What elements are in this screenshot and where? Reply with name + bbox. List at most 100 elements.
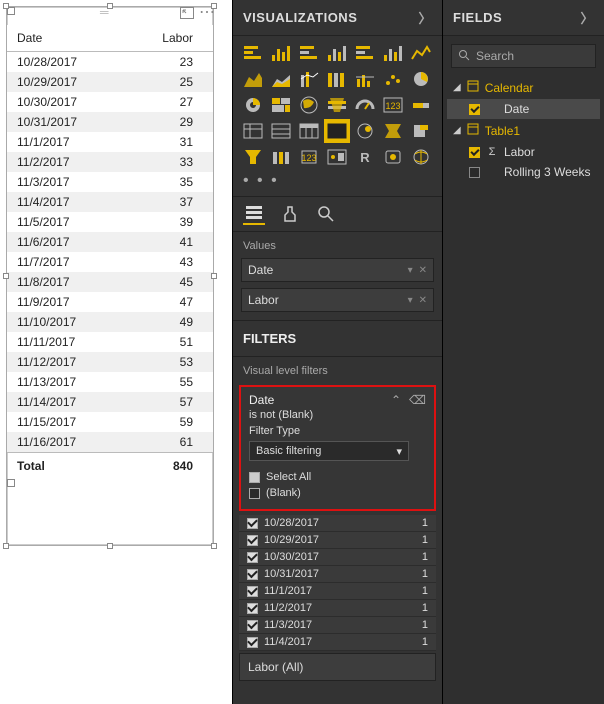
viz-type-tile[interactable]	[325, 42, 349, 64]
filter-field-name: Date	[249, 393, 274, 407]
table-row: 11/16/201761	[7, 432, 213, 453]
more-options-icon[interactable]: ⋯	[199, 5, 215, 21]
filter-value-row[interactable]: 11/4/20171	[239, 634, 436, 651]
viz-type-tile[interactable]	[325, 146, 349, 168]
collapse-filter-icon[interactable]: ⌃	[391, 393, 401, 407]
analytics-tab-icon[interactable]	[315, 203, 337, 225]
cell-date: 11/7/2017	[7, 252, 124, 272]
field-well-name: Date	[248, 263, 273, 277]
filter-option[interactable]: (Blank)	[249, 485, 426, 501]
field-well[interactable]: Date ▾ ✕	[241, 258, 434, 282]
field-table[interactable]: ◢Calendar	[447, 76, 600, 99]
viz-type-tile[interactable]	[409, 146, 433, 168]
checkbox-icon[interactable]	[249, 488, 260, 499]
viz-type-tile[interactable]	[409, 68, 433, 90]
focus-mode-icon[interactable]	[179, 5, 195, 21]
viz-type-tile[interactable]	[353, 42, 377, 64]
checkbox-icon[interactable]	[249, 472, 260, 483]
field-checkbox[interactable]	[469, 104, 480, 115]
viz-type-tile[interactable]: 123	[297, 146, 321, 168]
viz-type-tile[interactable]	[381, 42, 405, 64]
viz-type-tile[interactable]	[241, 94, 265, 116]
fields-header[interactable]: FIELDS 〉	[443, 0, 604, 36]
viz-type-tile[interactable]	[241, 42, 265, 64]
checkbox-icon[interactable]	[247, 552, 258, 563]
visualizations-header[interactable]: VISUALIZATIONS 〉	[233, 0, 442, 36]
viz-type-tile[interactable]	[381, 146, 405, 168]
viz-type-tile[interactable]: 123	[381, 94, 405, 116]
checkbox-icon[interactable]	[247, 637, 258, 648]
viz-type-tile[interactable]	[269, 146, 293, 168]
field-item[interactable]: Date	[447, 99, 600, 119]
viz-type-tile[interactable]	[353, 120, 377, 142]
filter-value-row[interactable]: 10/30/20171	[239, 549, 436, 566]
filter-value-label: 10/30/2017	[264, 551, 319, 563]
expand-icon[interactable]: ◢	[453, 82, 461, 93]
viz-type-tile[interactable]	[409, 120, 433, 142]
viz-type-tile[interactable]	[409, 42, 433, 64]
viz-type-tile[interactable]	[241, 68, 265, 90]
viz-type-tile[interactable]	[325, 94, 349, 116]
field-menu-icon[interactable]: ▾	[408, 265, 413, 276]
remove-field-icon[interactable]: ✕	[419, 265, 427, 276]
drag-handle-icon[interactable]: ═	[100, 5, 109, 19]
viz-type-tile[interactable]	[297, 94, 321, 116]
filter-condition: is not (Blank)	[249, 409, 426, 421]
more-visuals-icon[interactable]: • • •	[233, 172, 442, 196]
viz-type-tile[interactable]	[325, 120, 349, 142]
checkbox-icon[interactable]	[247, 586, 258, 597]
viz-type-tile[interactable]	[241, 120, 265, 142]
viz-type-tile[interactable]	[297, 68, 321, 90]
field-checkbox[interactable]	[469, 167, 480, 178]
field-item[interactable]: ΣLabor	[447, 142, 600, 162]
filter-value-row[interactable]: 11/1/20171	[239, 583, 436, 600]
checkbox-icon[interactable]	[247, 603, 258, 614]
cell-date: 11/13/2017	[7, 372, 124, 392]
filter-value-row[interactable]: 11/3/20171	[239, 617, 436, 634]
col-header-date[interactable]: Date	[7, 25, 124, 52]
fields-search[interactable]: Search	[451, 44, 596, 68]
viz-type-tile[interactable]	[269, 42, 293, 64]
field-table[interactable]: ◢Table1	[447, 119, 600, 142]
viz-type-tile[interactable]	[269, 68, 293, 90]
checkbox-icon[interactable]	[247, 569, 258, 580]
field-item[interactable]: Rolling 3 Weeks	[447, 162, 600, 182]
filter-value-row[interactable]: 10/31/20171	[239, 566, 436, 583]
field-menu-icon[interactable]: ▾	[408, 295, 413, 306]
remove-field-icon[interactable]: ✕	[419, 295, 427, 306]
viz-type-tile[interactable]	[325, 68, 349, 90]
filter-type-select[interactable]: Basic filtering ▾	[249, 441, 409, 461]
format-tab-icon[interactable]	[279, 203, 301, 225]
viz-type-tile[interactable]	[269, 94, 293, 116]
viz-type-tile[interactable]	[409, 94, 433, 116]
viz-type-tile[interactable]	[353, 68, 377, 90]
filter-value-row[interactable]: 10/29/20171	[239, 532, 436, 549]
table-icon	[467, 80, 479, 95]
checkbox-icon[interactable]	[247, 620, 258, 631]
viz-type-tile[interactable]	[297, 42, 321, 64]
filter-value-row[interactable]: 10/28/20171	[239, 515, 436, 532]
viz-type-tile[interactable]	[241, 146, 265, 168]
viz-type-tile[interactable]	[297, 120, 321, 142]
checkbox-icon[interactable]	[247, 535, 258, 546]
filter-row-labor[interactable]: Labor (All)	[239, 653, 436, 681]
table-visual[interactable]: ═ ⋯ Date Labor 10/28/20172310/29/2017251…	[6, 6, 214, 546]
viz-type-tile[interactable]	[381, 68, 405, 90]
visual-actions: ⋯	[179, 5, 215, 21]
collapse-visualizations-icon[interactable]: 〉	[418, 8, 432, 27]
field-checkbox[interactable]	[469, 147, 480, 158]
viz-type-tile[interactable]	[381, 120, 405, 142]
filter-option[interactable]: Select All	[249, 469, 426, 485]
clear-filter-icon[interactable]: ⌫	[409, 393, 426, 407]
filter-value-row[interactable]: 11/2/20171	[239, 600, 436, 617]
viz-type-tile[interactable]	[353, 94, 377, 116]
checkbox-icon[interactable]	[247, 518, 258, 529]
viz-type-tile[interactable]: R	[353, 146, 377, 168]
fields-tab-icon[interactable]	[243, 203, 265, 225]
field-well[interactable]: Labor▾✕	[241, 288, 434, 312]
cell-labor: 57	[124, 392, 213, 412]
collapse-fields-icon[interactable]: 〉	[580, 8, 594, 27]
viz-type-tile[interactable]	[269, 120, 293, 142]
col-header-labor[interactable]: Labor	[124, 25, 213, 52]
expand-icon[interactable]: ◢	[453, 125, 461, 136]
